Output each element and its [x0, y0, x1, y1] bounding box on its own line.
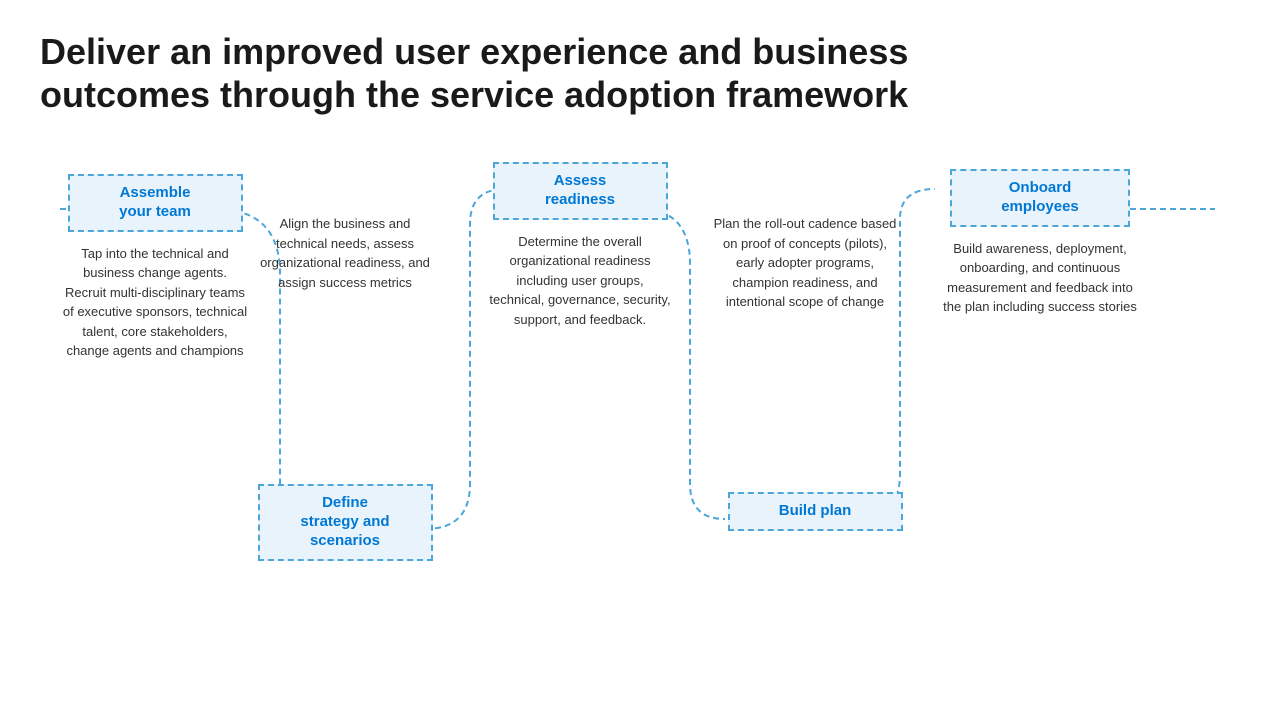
step-define: Define strategy and scenarios — [250, 484, 440, 560]
step-define-desc: Align the business and technical needs, … — [250, 204, 440, 292]
build-description: Plan the roll-out cadence based on proof… — [708, 214, 903, 312]
onboard-label: Onboard employees — [1001, 179, 1079, 215]
onboard-box: Onboard employees — [950, 169, 1130, 227]
build-box: Build plan — [728, 492, 903, 531]
assess-description: Determine the overall organizational rea… — [488, 232, 673, 330]
assemble-box: Assemble your team — [68, 174, 243, 232]
define-description: Align the business and technical needs, … — [253, 214, 438, 292]
assemble-label: Assemble your team — [119, 184, 191, 220]
build-label: Build plan — [779, 502, 852, 519]
main-title: Deliver an improved user experience and … — [40, 30, 1240, 116]
step-assess: Assess readiness Determine the overall o… — [485, 162, 675, 329]
onboard-description: Build awareness, deployment, onboarding,… — [943, 239, 1138, 317]
define-label: Define strategy and scenarios — [300, 494, 389, 549]
diagram: Assemble your team Tap into the technica… — [40, 144, 1240, 574]
step-onboard: Onboard employees Build awareness, deplo… — [940, 169, 1140, 317]
step-build: Build plan — [720, 492, 910, 531]
define-box: Define strategy and scenarios — [258, 484, 433, 560]
assess-label: Assess readiness — [545, 172, 615, 208]
step-assemble: Assemble your team Tap into the technica… — [60, 174, 250, 361]
step-build-desc: Plan the roll-out cadence based on proof… — [705, 204, 905, 312]
assemble-description: Tap into the technical and business chan… — [63, 244, 248, 361]
assess-box: Assess readiness — [493, 162, 668, 220]
